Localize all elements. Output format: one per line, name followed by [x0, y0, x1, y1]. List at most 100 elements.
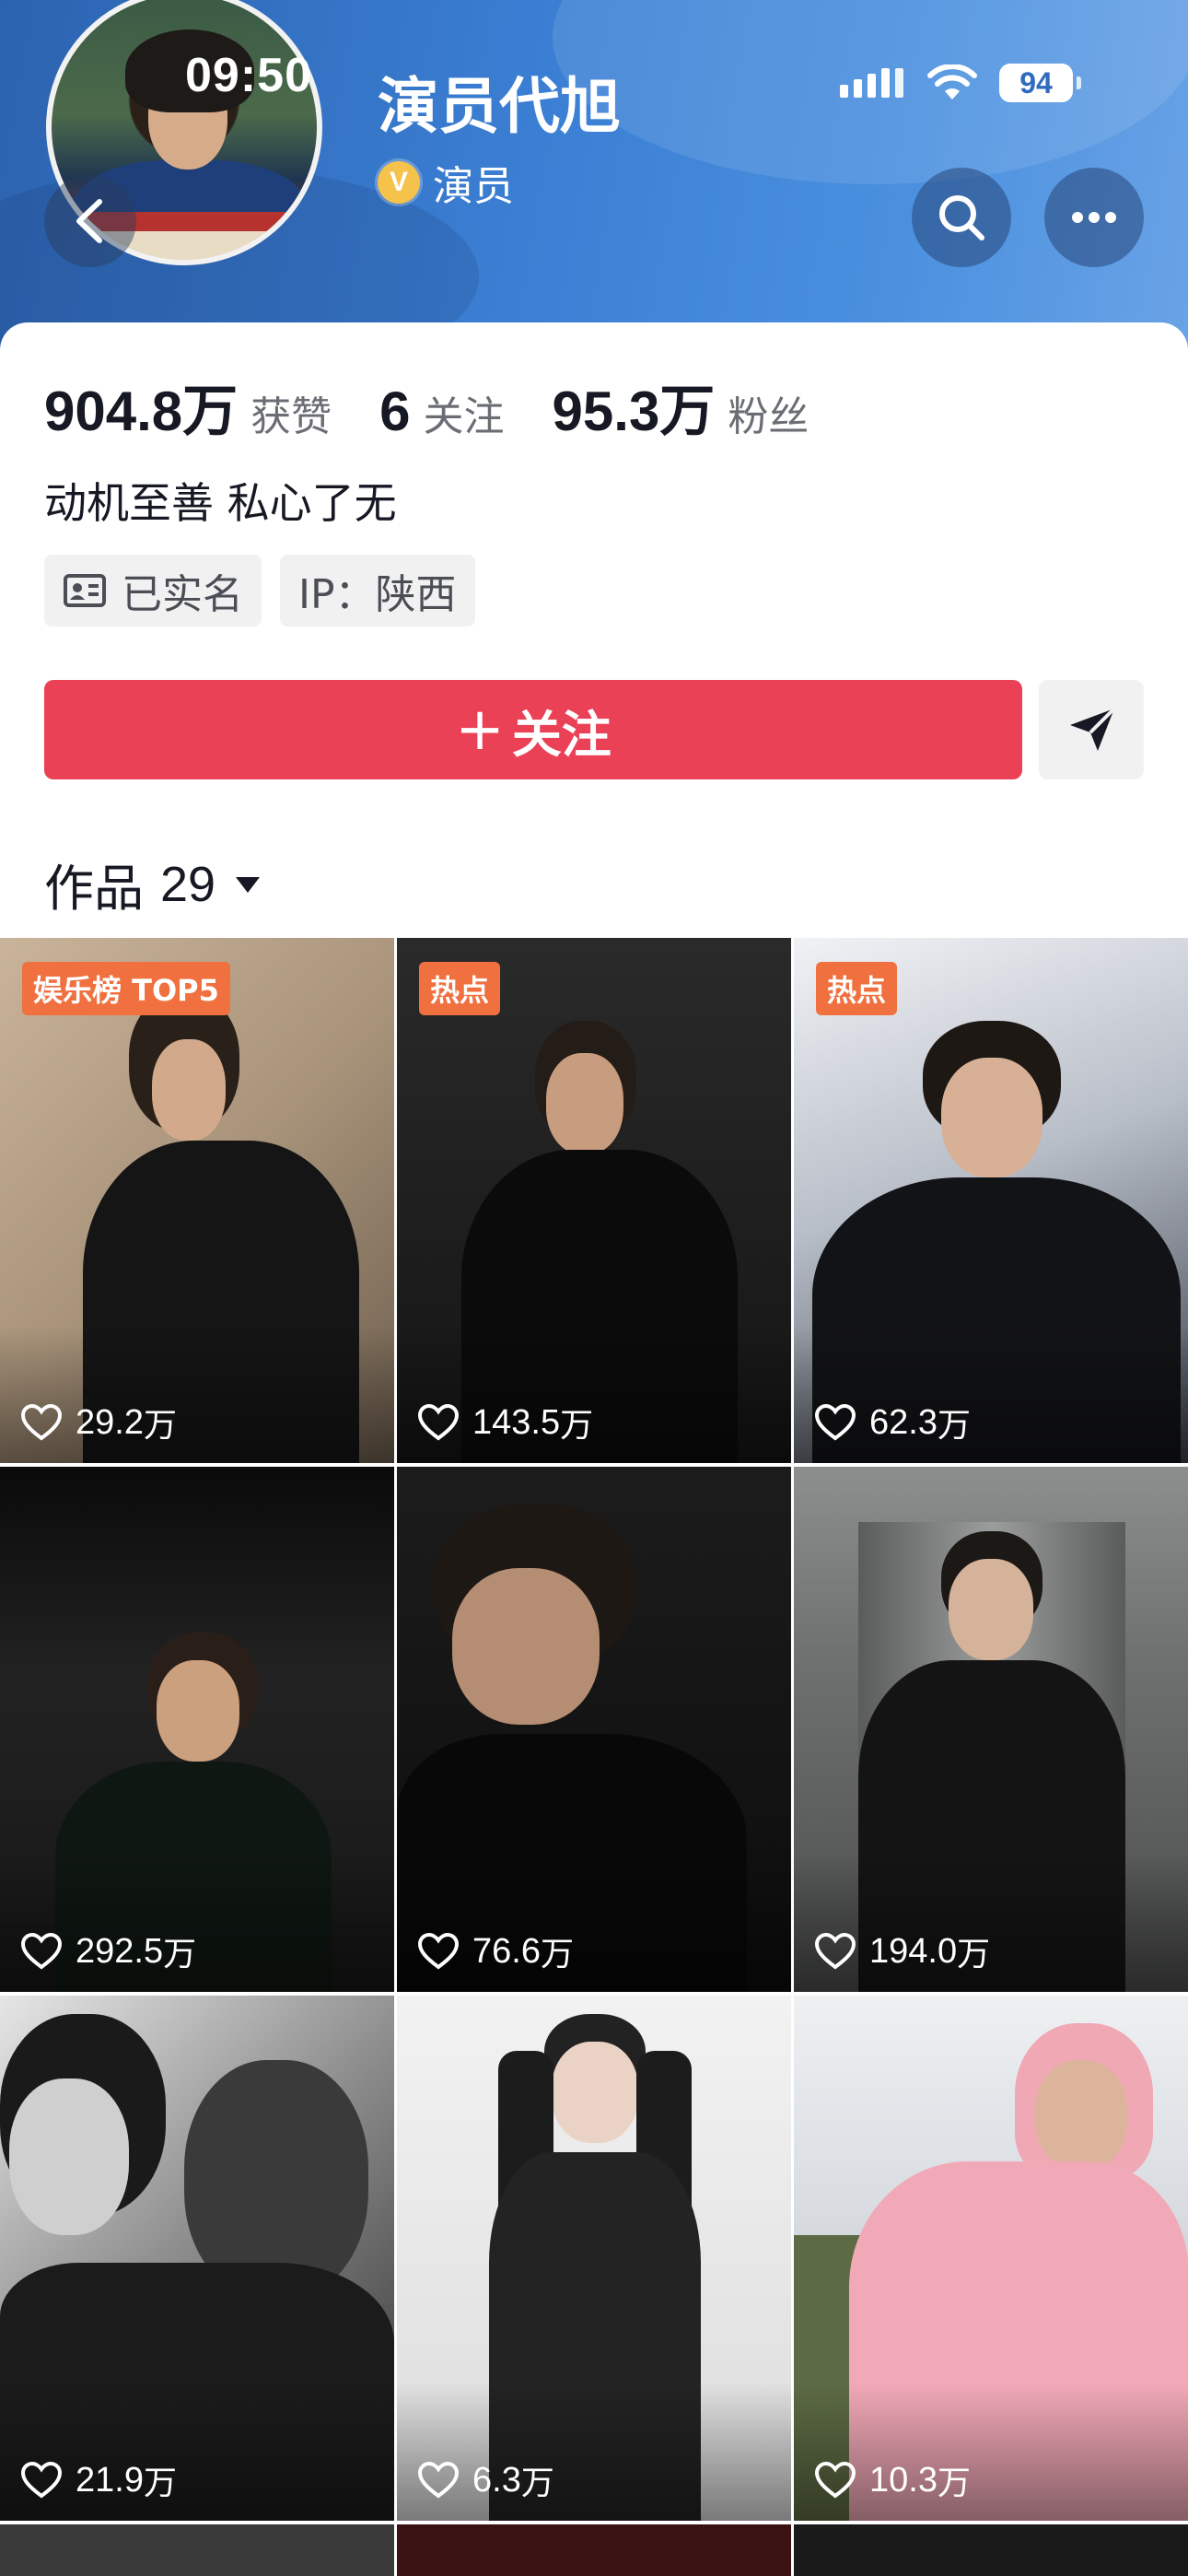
- like-count: 76.6 万: [417, 1927, 574, 1975]
- heart-icon: [814, 1932, 856, 1970]
- like-count: 10.3 万: [814, 2456, 971, 2504]
- heart-icon: [814, 1403, 856, 1441]
- video-tile[interactable]: 292.5 万: [0, 1467, 394, 1992]
- video-tile[interactable]: 热点 62.3 万: [794, 938, 1188, 1463]
- search-icon: [939, 195, 984, 240]
- like-value: 194.0: [869, 1931, 958, 1971]
- video-tile[interactable]: 76.6 万: [397, 1467, 791, 1992]
- like-count: 21.9 万: [20, 2456, 177, 2504]
- like-value: 6.3: [472, 2460, 521, 2500]
- profile-tags: 已实名 IP：陕西: [44, 555, 475, 626]
- video-thumbnail: [546, 1053, 623, 1154]
- hot-badge: 热点: [816, 962, 898, 1015]
- heart-icon: [814, 2461, 856, 2499]
- video-thumbnail: [157, 1660, 239, 1762]
- rank-badge: 娱乐榜 TOP5: [22, 962, 230, 1015]
- back-icon: [76, 199, 102, 243]
- like-count: 194.0 万: [814, 1927, 990, 1975]
- video-tile[interactable]: [397, 2524, 791, 2576]
- back-button[interactable]: [44, 175, 136, 267]
- verified-label: 演员: [433, 163, 514, 210]
- video-thumbnail: [452, 1568, 600, 1725]
- like-unit: 万: [520, 2465, 554, 2502]
- verified-icon: V: [378, 161, 420, 204]
- battery-icon: 94: [999, 64, 1081, 102]
- like-value: 292.5: [76, 1931, 164, 1971]
- video-tile[interactable]: 娱乐榜 TOP5 29.2 万: [0, 938, 394, 1463]
- like-unit: 万: [143, 2465, 177, 2502]
- video-grid: 娱乐榜 TOP5 29.2 万 热点 143.5 万 热点 62.3 万 292…: [0, 938, 1188, 2521]
- like-value: 76.6: [472, 1931, 541, 1971]
- status-time: 09:50: [185, 49, 312, 102]
- heart-icon: [20, 1403, 63, 1441]
- follow-button[interactable]: + 关注: [44, 680, 1022, 779]
- profile-bio: 动机至善 私心了无: [44, 478, 397, 528]
- next-row-peek: [0, 2524, 1188, 2576]
- video-thumbnail: [9, 2078, 129, 2235]
- profile-name: 演员代旭: [378, 71, 621, 142]
- video-tile[interactable]: [794, 2524, 1188, 2576]
- caret-down-icon: [236, 876, 261, 893]
- share-button[interactable]: [1039, 680, 1144, 779]
- real-name-label: 已实名: [122, 571, 243, 618]
- following-label: 关注: [423, 393, 505, 440]
- search-button[interactable]: [912, 168, 1011, 267]
- video-thumbnail: [1035, 2060, 1127, 2171]
- works-count: 29: [160, 856, 216, 912]
- follow-label: 关注: [511, 705, 611, 764]
- heart-icon: [20, 2461, 63, 2499]
- video-tile[interactable]: 194.0 万: [794, 1467, 1188, 1992]
- likes-count[interactable]: 904.8万: [44, 367, 238, 447]
- heart-icon: [417, 2461, 460, 2499]
- heart-icon: [417, 1932, 460, 1970]
- like-value: 21.9: [76, 2460, 144, 2500]
- like-count: 143.5 万: [417, 1399, 593, 1446]
- like-count: 29.2 万: [20, 1399, 177, 1446]
- video-thumbnail: [941, 1058, 1042, 1177]
- like-count: 6.3 万: [417, 2456, 554, 2504]
- video-tile[interactable]: 6.3 万: [397, 1996, 791, 2521]
- profile-card: 904.8万 获赞 6 关注 95.3万 粉丝 动机至善 私心了无 已实名 IP…: [0, 322, 1188, 940]
- video-thumbnail: [552, 2042, 638, 2143]
- ip-tag: IP：陕西: [280, 555, 475, 626]
- video-tile[interactable]: 热点 143.5 万: [397, 938, 791, 1463]
- like-value: 143.5: [472, 1402, 561, 1442]
- video-thumbnail: [949, 1559, 1033, 1660]
- works-label: 作品: [44, 860, 144, 918]
- real-name-tag[interactable]: 已实名: [44, 555, 262, 626]
- status-bar: 94: [840, 57, 1081, 109]
- like-value: 62.3: [869, 1402, 938, 1442]
- profile-stats: 904.8万 获赞 6 关注 95.3万 粉丝: [44, 367, 856, 447]
- followers-label: 粉丝: [728, 393, 809, 440]
- signal-icon: [840, 68, 903, 98]
- tab-works[interactable]: 作品 29: [44, 848, 262, 920]
- more-icon: [1072, 212, 1116, 223]
- share-icon: [1070, 707, 1116, 751]
- video-tile[interactable]: 21.9 万: [0, 1996, 394, 2521]
- like-value: 10.3: [869, 2460, 938, 2500]
- more-button[interactable]: [1044, 168, 1144, 267]
- video-tile[interactable]: [0, 2524, 394, 2576]
- like-unit: 万: [957, 1936, 991, 1973]
- likes-label: 获赞: [250, 393, 332, 440]
- wifi-icon: [927, 64, 977, 100]
- like-value: 29.2: [76, 1402, 144, 1442]
- plus-icon: +: [455, 696, 505, 764]
- like-unit: 万: [937, 2465, 971, 2502]
- like-unit: 万: [937, 1407, 971, 1445]
- profile-header: 09:50 演员代旭 V 演员 94: [0, 0, 1188, 369]
- like-unit: 万: [163, 1936, 197, 1973]
- ip-label: IP：陕西: [298, 571, 457, 618]
- video-tile[interactable]: 10.3 万: [794, 1996, 1188, 2521]
- followers-count[interactable]: 95.3万: [553, 367, 716, 447]
- like-count: 292.5 万: [20, 1927, 196, 1975]
- hot-badge: 热点: [419, 962, 501, 1015]
- following-count[interactable]: 6: [379, 380, 410, 443]
- id-card-icon: [64, 574, 106, 607]
- like-unit: 万: [560, 1407, 594, 1445]
- verified-row: V 演员: [378, 155, 514, 210]
- like-unit: 万: [143, 1407, 177, 1445]
- like-unit: 万: [540, 1936, 574, 1973]
- heart-icon: [417, 1403, 460, 1441]
- video-thumbnail: [152, 1039, 226, 1141]
